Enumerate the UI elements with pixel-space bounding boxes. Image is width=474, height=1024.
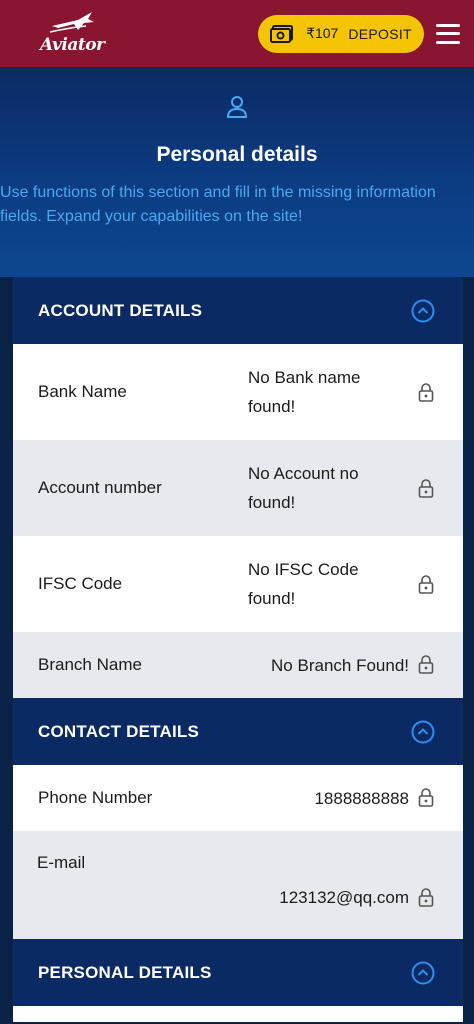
top-bar: Aviator ₹107 DEPOSIT	[0, 0, 474, 67]
lock-icon	[418, 655, 434, 674]
account-number-row: Account number No Account no found!	[13, 440, 463, 536]
page-title: Personal details	[156, 143, 318, 166]
aviator-logo[interactable]: Aviator	[40, 8, 105, 60]
lock-icon	[418, 888, 434, 907]
row-value: 1888888888	[314, 788, 409, 808]
deposit-button[interactable]: ₹107 DEPOSIT	[258, 14, 424, 53]
row-label: Account number	[38, 478, 162, 497]
account-details-header[interactable]: ACCOUNT DETAILS	[13, 277, 463, 344]
row-label: Bank Name	[38, 382, 127, 401]
email-row: E-mail 123132@qq.com	[13, 831, 463, 939]
row-value: 123132@qq.com	[279, 888, 409, 907]
row-value: No Bank name found!	[248, 368, 361, 416]
section-title: CONTACT DETAILS	[38, 721, 200, 741]
personal-details-header[interactable]: PERSONAL DETAILS	[13, 939, 463, 1006]
section-title: ACCOUNT DETAILS	[38, 300, 203, 320]
chevron-up-icon[interactable]	[411, 299, 435, 323]
lock-icon	[418, 479, 434, 498]
section-title: PERSONAL DETAILS	[38, 962, 212, 982]
lock-icon	[418, 575, 434, 594]
logo-text: Aviator	[40, 34, 105, 55]
row-value: No Branch Found!	[271, 655, 409, 675]
deposit-label: DEPOSIT	[348, 25, 412, 42]
row-value: No Account no found!	[248, 464, 359, 512]
user-icon	[226, 96, 248, 118]
page-description: Use functions of this section and fill i…	[0, 184, 436, 225]
ifsc-code-row: IFSC Code No IFSC Code found!	[13, 536, 463, 632]
lock-icon	[418, 788, 434, 807]
lock-icon	[418, 383, 434, 402]
plane-icon	[49, 11, 94, 33]
row-label: E-mail	[37, 853, 86, 872]
personal-details-body	[13, 1006, 463, 1022]
chevron-up-icon[interactable]	[411, 720, 435, 744]
row-value: No IFSC Code found!	[248, 560, 359, 608]
balance-amount: ₹107	[306, 25, 339, 41]
bank-name-row: Bank Name No Bank name found!	[13, 344, 463, 440]
hero-section: Personal details Use functions of this s…	[0, 67, 474, 277]
phone-number-row: Phone Number 1888888888	[13, 765, 463, 831]
menu-icon[interactable]	[436, 23, 460, 44]
details-panel: ACCOUNT DETAILS Bank Name No Bank name f…	[13, 277, 463, 1022]
branch-name-row: Branch Name No Branch Found!	[13, 632, 463, 698]
chevron-up-icon[interactable]	[411, 961, 435, 985]
contact-details-header[interactable]: CONTACT DETAILS	[13, 698, 463, 765]
wallet-icon	[270, 24, 294, 43]
row-label: Branch Name	[38, 655, 142, 674]
row-label: Phone Number	[38, 788, 153, 807]
row-label: IFSC Code	[38, 574, 123, 593]
